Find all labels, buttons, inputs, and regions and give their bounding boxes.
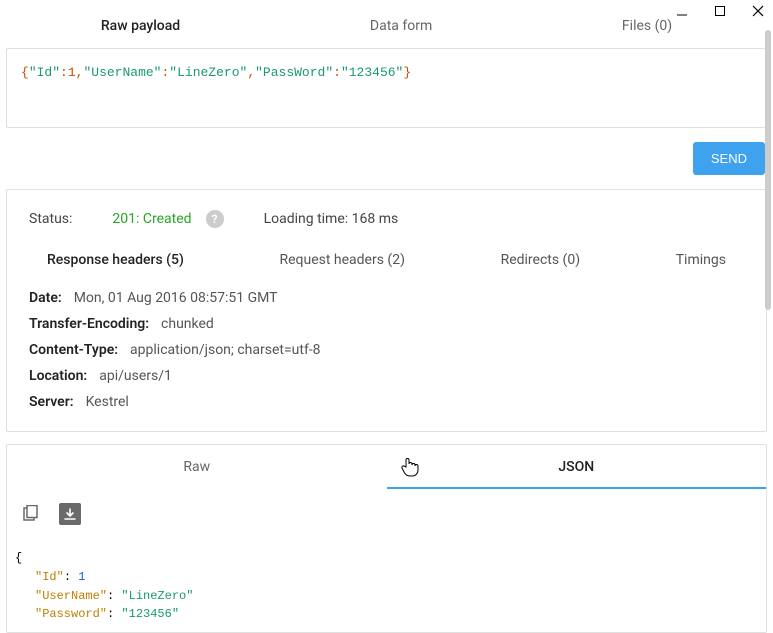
copy-icon[interactable] bbox=[19, 503, 41, 525]
header-row: Location: api/users/1 bbox=[29, 364, 744, 390]
payload-key-id: "Id" bbox=[29, 65, 60, 80]
payload-colon: : bbox=[333, 65, 341, 80]
header-row: Transfer-Encoding: chunked bbox=[29, 312, 744, 338]
send-row: SEND bbox=[6, 142, 767, 175]
payload-val-username: "LineZero" bbox=[169, 65, 247, 80]
status-label: Status: bbox=[29, 211, 72, 227]
header-value: Mon, 01 Aug 2016 08:57:51 GMT bbox=[74, 286, 278, 312]
header-value: api/users/1 bbox=[99, 364, 172, 390]
minimize-button[interactable] bbox=[675, 4, 689, 18]
header-row: Date: Mon, 01 Aug 2016 08:57:51 GMT bbox=[29, 286, 744, 312]
payload-val-id: 1 bbox=[68, 65, 76, 80]
header-value: application/json; charset=utf-8 bbox=[130, 338, 321, 364]
header-value: Kestrel bbox=[86, 390, 129, 416]
header-key: Server: bbox=[29, 390, 74, 416]
response-body-card: Raw JSON { "Id": 1 "UserName": "LineZero… bbox=[6, 444, 767, 632]
json-val-id: 1 bbox=[78, 570, 85, 584]
scrollbar[interactable] bbox=[765, 30, 771, 310]
maximize-button[interactable] bbox=[713, 4, 727, 18]
status-code: 201: Created bbox=[112, 211, 191, 227]
json-response-body: { "Id": 1 "UserName": "LineZero" "Passwo… bbox=[7, 531, 766, 631]
json-colon: : bbox=[107, 607, 121, 621]
request-tabs: Raw payload Data form Files (0) bbox=[6, 6, 767, 48]
json-val-username: "LineZero" bbox=[121, 589, 193, 603]
sub-tab-response-headers[interactable]: Response headers (5) bbox=[47, 252, 184, 268]
payload-key-username: "UserName" bbox=[83, 65, 161, 80]
tab-raw-payload[interactable]: Raw payload bbox=[91, 14, 190, 38]
loading-time: Loading time: 168 ms bbox=[264, 211, 399, 227]
response-card: Status: 201: Created ? Loading time: 168… bbox=[6, 189, 767, 432]
payload-colon: : bbox=[60, 65, 68, 80]
json-colon: : bbox=[107, 589, 121, 603]
header-key: Transfer-Encoding: bbox=[29, 312, 149, 338]
tab-underline bbox=[387, 487, 767, 489]
send-button[interactable]: SEND bbox=[693, 142, 765, 175]
response-body-tabs: Raw JSON bbox=[7, 445, 766, 489]
json-brace: { bbox=[15, 551, 22, 565]
tab-files[interactable]: Files (0) bbox=[612, 14, 682, 38]
sub-tab-redirects[interactable]: Redirects (0) bbox=[501, 252, 581, 268]
payload-brace-close: } bbox=[403, 65, 411, 80]
help-icon[interactable]: ? bbox=[206, 210, 224, 228]
scrollbar-thumb[interactable] bbox=[765, 30, 771, 310]
json-colon: : bbox=[64, 570, 78, 584]
payload-brace: { bbox=[21, 65, 29, 80]
sub-tab-request-headers[interactable]: Request headers (2) bbox=[279, 252, 404, 268]
header-row: Server: Kestrel bbox=[29, 390, 744, 416]
sub-tab-timings[interactable]: Timings bbox=[676, 252, 726, 268]
resp-tab-json[interactable]: JSON bbox=[387, 445, 767, 489]
resp-tab-raw[interactable]: Raw bbox=[7, 445, 387, 489]
json-key-username: "UserName" bbox=[35, 589, 107, 603]
json-toolbar bbox=[7, 489, 766, 531]
response-sub-tabs: Response headers (5) Request headers (2)… bbox=[29, 252, 744, 286]
window-controls bbox=[675, 4, 765, 18]
payload-comma: , bbox=[247, 65, 255, 80]
header-key: Date: bbox=[29, 286, 62, 312]
response-headers-list: Date: Mon, 01 Aug 2016 08:57:51 GMT Trans… bbox=[29, 286, 744, 431]
raw-payload-input[interactable]: {"Id":1,"UserName":"LineZero","PassWord"… bbox=[6, 48, 767, 128]
header-key: Location: bbox=[29, 364, 87, 390]
payload-key-password: "PassWord" bbox=[255, 65, 333, 80]
download-icon[interactable] bbox=[59, 503, 81, 525]
payload-val-password: "123456" bbox=[341, 65, 403, 80]
header-key: Content-Type: bbox=[29, 338, 118, 364]
header-value: chunked bbox=[161, 312, 214, 338]
tab-data-form[interactable]: Data form bbox=[360, 14, 442, 38]
json-key-password: "Password" bbox=[35, 607, 107, 621]
json-key-id: "Id" bbox=[35, 570, 64, 584]
close-button[interactable] bbox=[751, 4, 765, 18]
header-row: Content-Type: application/json; charset=u… bbox=[29, 338, 744, 364]
json-val-password: "123456" bbox=[121, 607, 179, 621]
